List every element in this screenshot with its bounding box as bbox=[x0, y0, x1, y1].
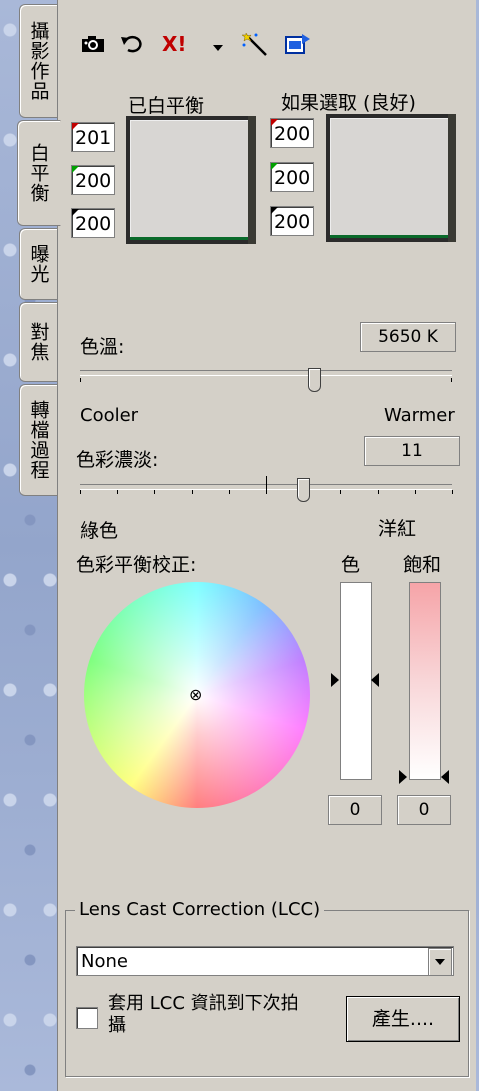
tick bbox=[80, 490, 81, 494]
balanced-blue-value: 200 bbox=[71, 208, 115, 238]
temperature-label: 色溫: bbox=[80, 336, 125, 358]
tick bbox=[117, 490, 119, 494]
magenta-label: 洋紅 bbox=[378, 518, 417, 540]
balanced-title: 已白平衡 bbox=[128, 95, 205, 117]
hue-value[interactable]: 0 bbox=[328, 795, 382, 825]
saturation-value[interactable]: 0 bbox=[397, 795, 451, 825]
selected-blue-value: 200 bbox=[270, 206, 314, 236]
tab-focus[interactable]: 對焦 bbox=[19, 302, 58, 382]
temperature-slider-track bbox=[80, 370, 452, 376]
lcc-legend: Lens Cast Correction (LCC) bbox=[75, 899, 325, 920]
tab-label: 轉檔過程 bbox=[27, 400, 50, 480]
reset-icon[interactable]: X! bbox=[162, 33, 187, 55]
tick bbox=[340, 490, 342, 494]
tick bbox=[154, 490, 156, 494]
center-tick bbox=[266, 476, 267, 490]
cooler-label: Cooler bbox=[80, 405, 139, 426]
lcc-select[interactable]: None bbox=[76, 946, 454, 976]
temperature-value[interactable]: 5650 K bbox=[360, 322, 456, 352]
chevron-down-icon[interactable] bbox=[428, 948, 452, 976]
hue-bar[interactable] bbox=[340, 582, 372, 780]
hue-label: 色 bbox=[341, 554, 361, 576]
selected-green-value: 200 bbox=[270, 162, 314, 192]
wand-icon[interactable] bbox=[241, 32, 270, 62]
tab-label: 曝光 bbox=[27, 244, 50, 284]
tint-label: 色彩濃淡: bbox=[76, 449, 159, 471]
tab-conversion[interactable]: 轉檔過程 bbox=[19, 384, 58, 496]
tab-photography[interactable]: 攝影作品 bbox=[19, 4, 58, 118]
tick bbox=[266, 490, 267, 494]
tick bbox=[80, 378, 81, 382]
tick bbox=[451, 378, 452, 382]
saturation-left-marker-icon[interactable] bbox=[399, 770, 407, 784]
saturation-label: 飽和 bbox=[403, 554, 442, 576]
dropdown-icon[interactable] bbox=[211, 36, 225, 58]
balanced-swatch bbox=[126, 116, 256, 244]
tint-value[interactable]: 11 bbox=[364, 436, 460, 466]
saturation-bar[interactable] bbox=[409, 582, 441, 780]
wheel-crosshair-icon[interactable]: ⊗ bbox=[189, 685, 202, 704]
warmer-label: Warmer bbox=[384, 405, 455, 426]
green-label: 綠色 bbox=[80, 520, 119, 542]
if-selected-title: 如果選取 (良好) bbox=[281, 92, 416, 114]
apply-lcc-checkbox[interactable] bbox=[76, 1007, 98, 1029]
temperature-slider-thumb[interactable] bbox=[308, 368, 322, 392]
saturation-right-marker-icon[interactable] bbox=[441, 770, 449, 784]
camera-icon[interactable] bbox=[80, 34, 106, 58]
tab-white-balance[interactable]: 白平衡 bbox=[17, 120, 61, 226]
balanced-red-value: 201 bbox=[71, 122, 115, 152]
tick bbox=[414, 490, 416, 494]
color-balance-label: 色彩平衡校正: bbox=[76, 554, 197, 576]
selected-swatch bbox=[326, 114, 456, 242]
tick bbox=[228, 490, 230, 494]
tab-label: 攝影作品 bbox=[27, 21, 50, 101]
hue-right-marker-icon[interactable] bbox=[371, 673, 379, 687]
tab-exposure[interactable]: 曝光 bbox=[19, 228, 58, 300]
balanced-green-value: 200 bbox=[71, 165, 115, 195]
undo-icon[interactable] bbox=[120, 34, 146, 58]
hue-left-marker-icon[interactable] bbox=[331, 673, 339, 687]
lcc-select-value: None bbox=[81, 951, 128, 972]
apply-lcc-label: 套用 LCC 資訊到下次拍 攝 bbox=[108, 993, 299, 1036]
tick bbox=[452, 490, 453, 494]
tab-label: 對焦 bbox=[27, 322, 50, 362]
tick bbox=[377, 490, 379, 494]
apply-icon[interactable] bbox=[284, 33, 312, 61]
generate-button[interactable]: 產生.... bbox=[346, 996, 460, 1042]
reset-glyph: X! bbox=[162, 32, 187, 56]
tick bbox=[191, 490, 193, 494]
tint-slider-thumb[interactable] bbox=[297, 478, 311, 502]
tab-label: 白平衡 bbox=[27, 143, 50, 203]
selected-red-value: 200 bbox=[270, 118, 314, 148]
